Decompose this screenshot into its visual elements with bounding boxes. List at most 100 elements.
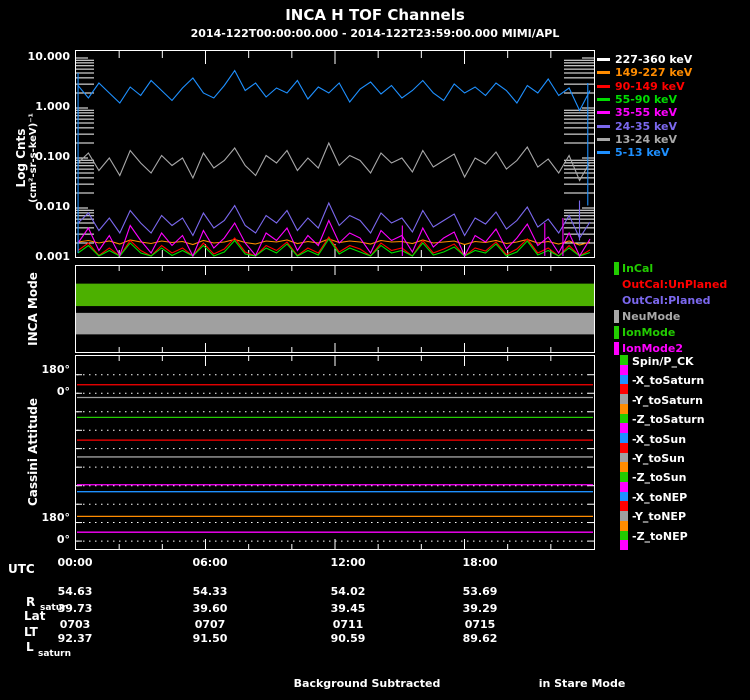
flux-legend-item: 13-24 keV (597, 133, 677, 146)
ephemeris-row-label: Lat (24, 609, 45, 623)
ephemeris-value: 54.63 (58, 585, 93, 598)
page-title: INCA H TOF Channels (0, 6, 750, 24)
flux-legend-item: 5-13 keV (597, 146, 669, 159)
mode-legend-item: IonMode (614, 326, 675, 339)
attitude-color-bar-segment (620, 453, 628, 463)
ephemeris-value: 54.02 (331, 585, 366, 598)
flux-legend-label: 90-149 keV (615, 80, 685, 93)
attitude-color-bar-segment (620, 443, 628, 453)
attitude-legend-item: Spin/P_CK (632, 355, 694, 368)
ephemeris-value: 39.45 (331, 602, 366, 615)
ephemeris-row-sublabel: saturn (38, 649, 71, 659)
utc-tick-label: 12:00 (330, 556, 365, 569)
ephemeris-value: 0711 (333, 618, 364, 631)
page-subtitle: 2014-122T00:00:00.000 - 2014-122T23:59:0… (0, 27, 750, 40)
flux-legend-label: 24-35 keV (615, 120, 677, 133)
flux-legend-color-dash (597, 125, 610, 128)
flux-legend-label: 227-360 keV (615, 53, 692, 66)
attitude-color-bar-segment (620, 540, 628, 550)
flux-legend-item: 35-55 keV (597, 106, 677, 119)
flux-legend-color-dash (597, 98, 610, 101)
attitude-color-bar-segment (620, 404, 628, 414)
flux-legend-color-dash (597, 85, 610, 88)
flux-legend-color-dash (597, 71, 610, 74)
mode-legend-label: NeuMode (622, 310, 680, 323)
flux-legend-color-dash (597, 151, 610, 154)
attitude-legend-item: -Y_toSaturn (632, 394, 703, 407)
flux-chart-canvas (76, 51, 594, 257)
mode-legend-item: OutCal:Planed (614, 294, 711, 307)
utc-tick-label: 00:00 (57, 556, 92, 569)
attitude-color-bar-segment (620, 414, 628, 424)
attitude-color-bar-segment (620, 511, 628, 521)
attitude-y-tick-label: 0° (2, 385, 70, 399)
attitude-color-bar-segment (620, 384, 628, 394)
flux-legend-label: 35-55 keV (615, 106, 677, 119)
attitude-legend-item: -X_toSaturn (632, 374, 704, 387)
mode-legend-label: OutCal:Planed (622, 294, 711, 307)
mode-legend-item: OutCal:UnPlaned (614, 278, 727, 291)
ephemeris-value: 0703 (60, 618, 91, 631)
attitude-legend-item: -Y_toNEP (632, 510, 686, 523)
mode-legend-color-block (614, 342, 619, 355)
ephemeris-row-label: LT (24, 625, 38, 639)
mode-legend-color-block (614, 262, 619, 275)
ephemeris-row-label: R (26, 595, 35, 609)
flux-legend-item: 55-90 keV (597, 93, 677, 106)
attitude-color-bar-segment (620, 492, 628, 502)
ephemeris-value: 53.69 (463, 585, 498, 598)
flux-legend-color-dash (597, 138, 610, 141)
attitude-color-bar-segment (620, 365, 628, 375)
attitude-color-bar-segment (620, 482, 628, 492)
utc-tick-label: 18:00 (462, 556, 497, 569)
flux-legend-item: 24-35 keV (597, 120, 677, 133)
attitude-color-bar-segment (620, 355, 628, 365)
ephemeris-value: 39.73 (58, 602, 93, 615)
flux-y-tick-label: 0.010 (2, 200, 70, 214)
utc-row-label: UTC (8, 562, 35, 576)
mode-legend-label: IonMode2 (622, 342, 683, 355)
mode-legend-label: OutCal:UnPlaned (622, 278, 727, 291)
flux-legend-label: 149-227 keV (615, 66, 692, 79)
flux-chart-panel (75, 50, 595, 258)
footer-note-right: in Stare Mode (539, 677, 626, 690)
attitude-y-tick-label: 0° (2, 533, 70, 547)
flux-legend-item: 227-360 keV (597, 53, 692, 66)
attitude-y-tick-label: 180° (2, 511, 70, 525)
ephemeris-value: 39.29 (463, 602, 498, 615)
attitude-color-bar-segment (620, 423, 628, 433)
attitude-color-bar (620, 355, 628, 550)
attitude-legend-item: -Y_toSun (632, 452, 685, 465)
ephemeris-value: 0715 (465, 618, 496, 631)
mode-legend-label: IonMode (622, 326, 675, 339)
attitude-color-bar-segment (620, 531, 628, 541)
inca-mode-panel (75, 265, 595, 353)
inca-mode-canvas (76, 266, 594, 352)
flux-legend-color-dash (597, 58, 610, 61)
ephemeris-value: 91.50 (193, 632, 228, 645)
mode-legend-color-block (614, 278, 619, 291)
ephemeris-row-label: L (26, 640, 34, 654)
flux-legend-label: 13-24 keV (615, 133, 677, 146)
attitude-legend-item: -Z_toSaturn (632, 413, 705, 426)
ephemeris-value: 89.62 (463, 632, 498, 645)
attitude-color-bar-segment (620, 472, 628, 482)
ephemeris-value: 39.60 (193, 602, 228, 615)
attitude-color-bar-segment (620, 501, 628, 511)
flux-legend-label: 5-13 keV (615, 146, 669, 159)
mode-legend-color-block (614, 310, 619, 323)
attitude-color-bar-segment (620, 462, 628, 472)
attitude-color-bar-segment (620, 394, 628, 404)
attitude-legend-item: -Z_toSun (632, 471, 686, 484)
mode-legend-color-block (614, 326, 619, 339)
attitude-y-tick-label: 180° (2, 363, 70, 377)
mode-legend-item: InCal (614, 262, 653, 275)
ephemeris-value: 0707 (195, 618, 226, 631)
ephemeris-value: 90.59 (331, 632, 366, 645)
attitude-panel (75, 355, 595, 550)
flux-legend-item: 149-227 keV (597, 66, 692, 79)
mode-legend-label: InCal (622, 262, 653, 275)
mode-y-axis-label: INCA Mode (26, 249, 40, 369)
flux-y-tick-label: 0.100 (2, 150, 70, 164)
flux-y-tick-label: 10.000 (2, 50, 70, 64)
